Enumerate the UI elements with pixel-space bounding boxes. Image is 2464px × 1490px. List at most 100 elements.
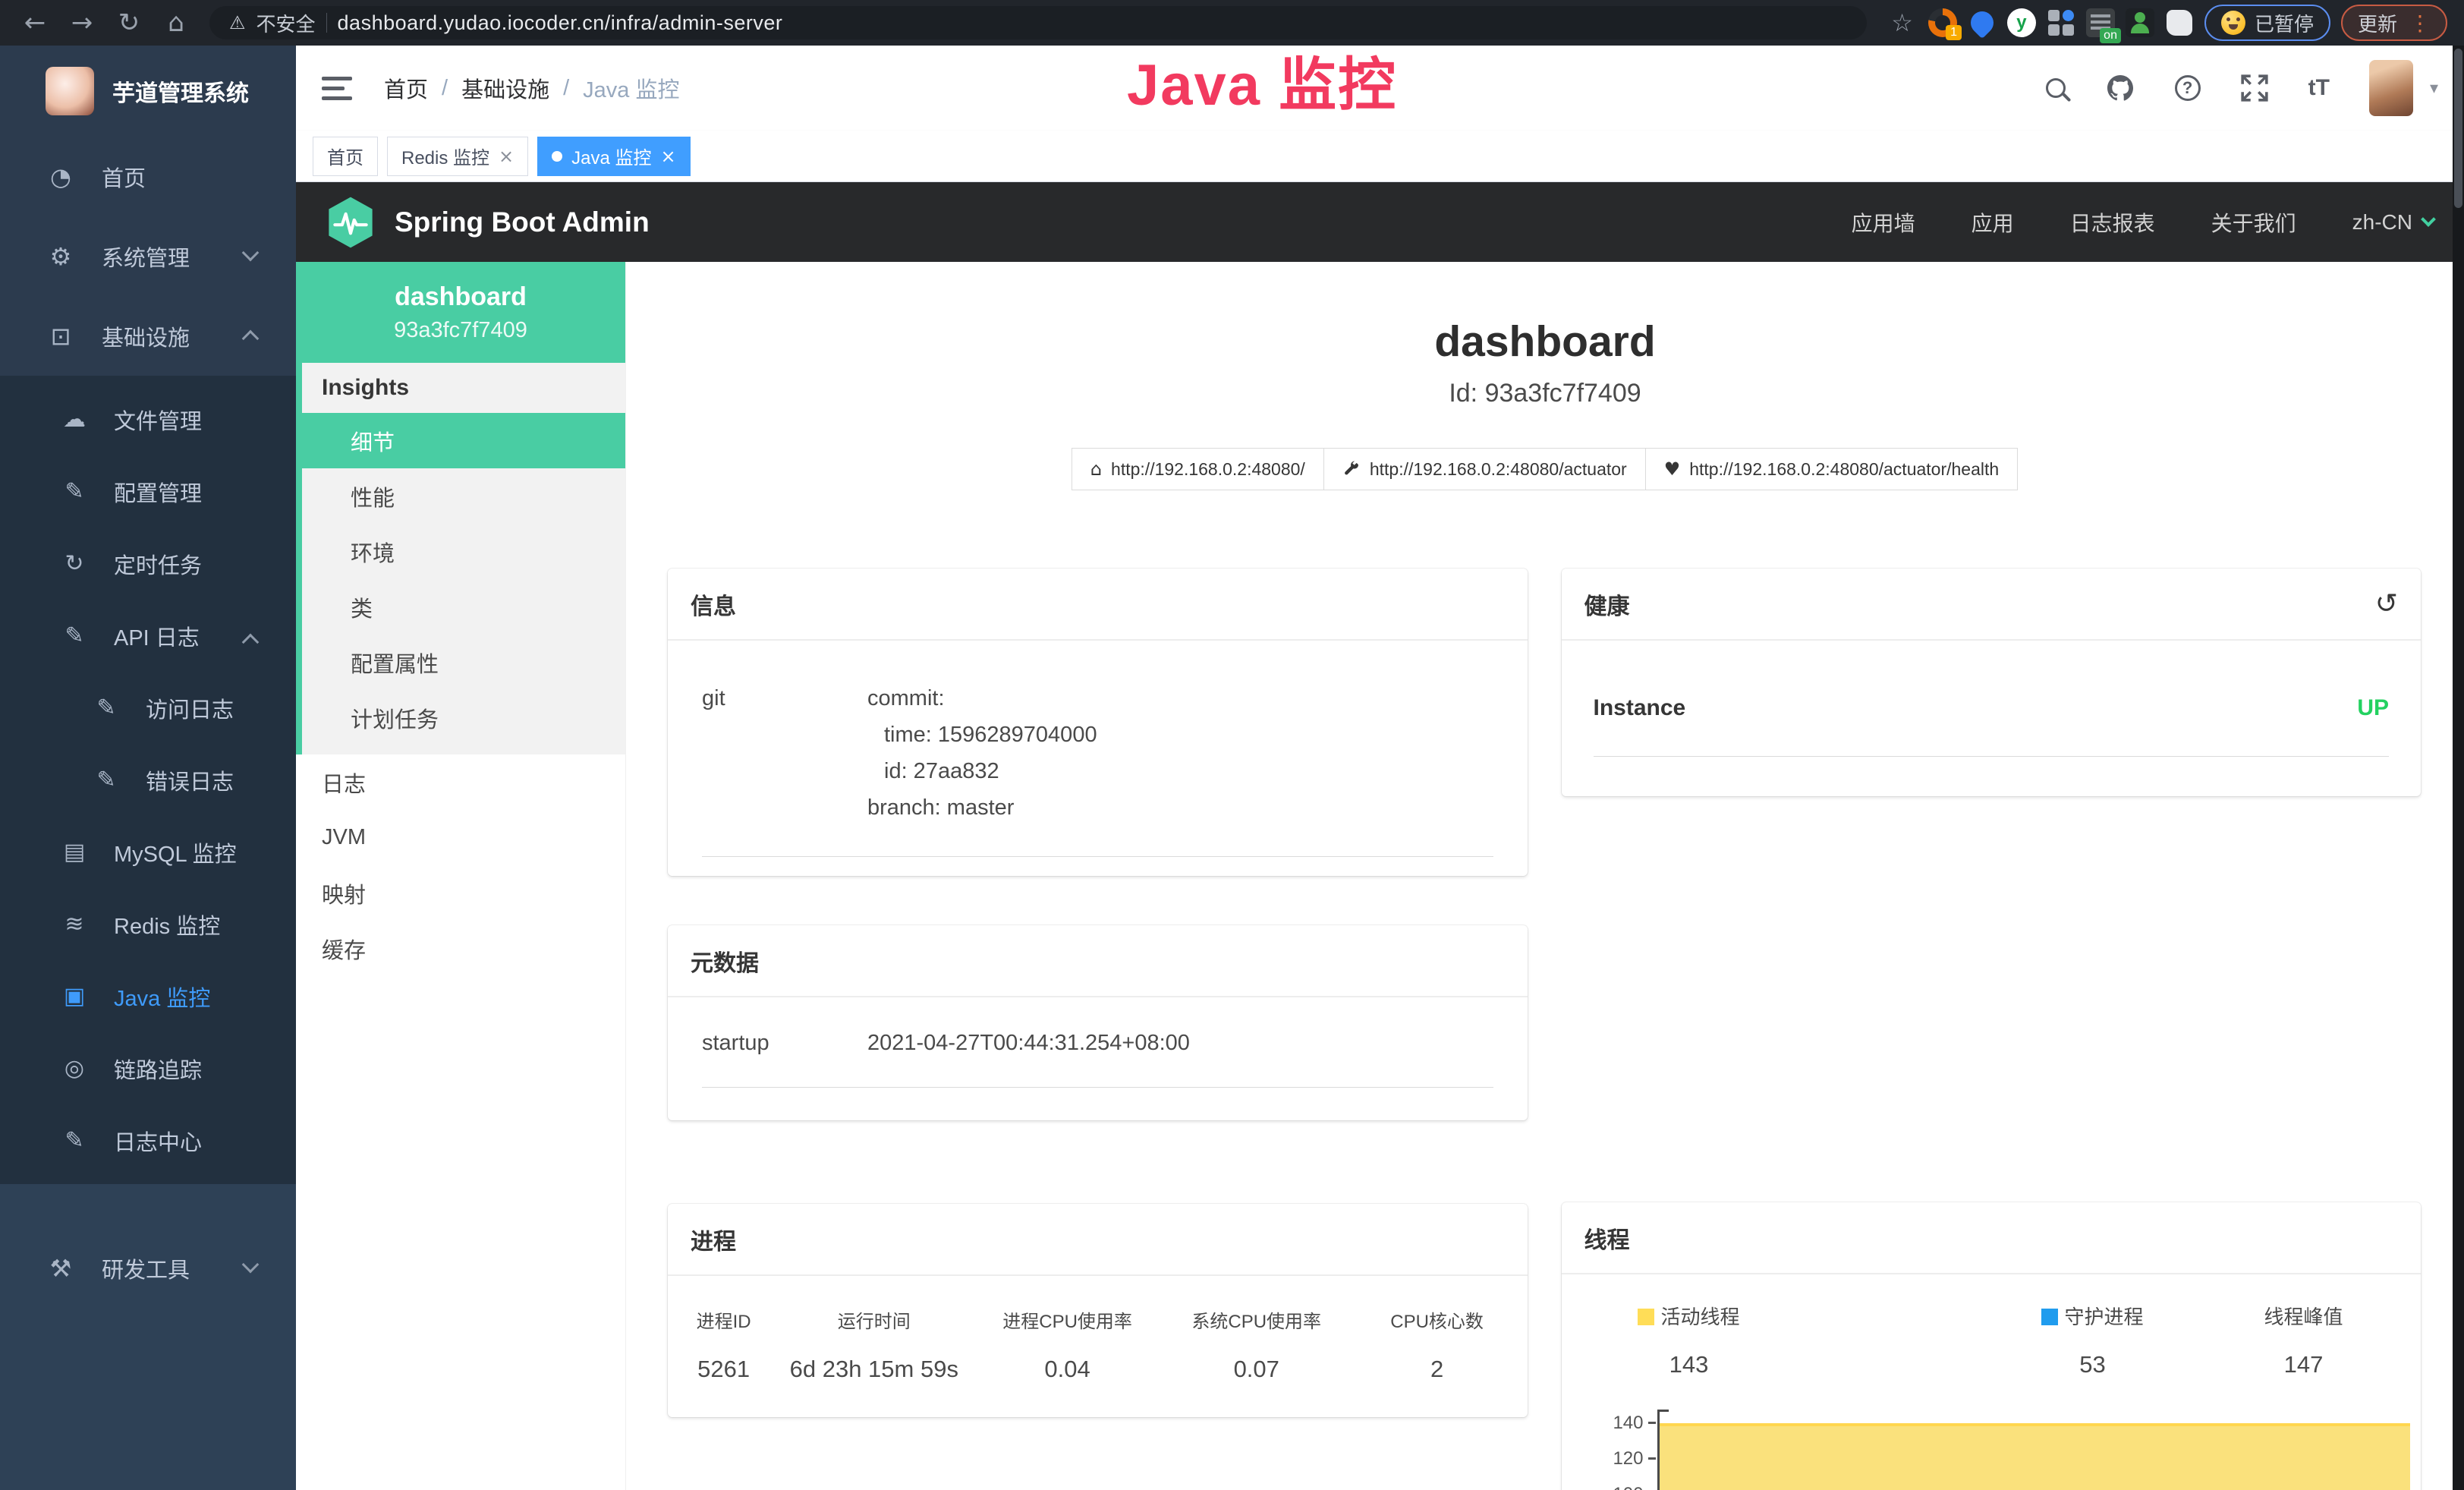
paused-badge[interactable]: 已暂停 [2204,5,2330,41]
sba-brand[interactable]: Spring Boot Admin [395,206,650,238]
update-button[interactable]: 更新 ⋮ [2341,5,2447,41]
caret-down-icon[interactable]: ▾ [2430,79,2438,98]
sidebar-item-api-log[interactable]: ✎ API 日志 [0,600,296,672]
avatar[interactable] [2369,60,2413,116]
page-url[interactable]: dashboard.yudao.iocoder.cn/infra/admin-s… [338,11,783,35]
sba-nav-applications[interactable]: 应用 [1972,207,2014,238]
text-size-icon[interactable]: tT [2308,75,2330,101]
sidebar-item-trace[interactable]: ◎ 链路追踪 [0,1032,296,1104]
browser-home-icon[interactable]: ⌂ [158,8,194,38]
sidebar-item-job[interactable]: ↻ 定时任务 [0,528,296,600]
extension-person-icon[interactable] [2126,8,2154,37]
history-icon[interactable]: ↺ [2375,588,2398,619]
edit-icon: ✎ [58,622,91,649]
sba-nav-wallboard[interactable]: 应用墙 [1852,207,1915,238]
tab-java-monitor[interactable]: Java 监控 × [537,137,690,176]
sidebar-item-home[interactable]: ◔ 首页 [0,137,296,216]
dashboard-icon: ◔ [44,162,77,191]
search-icon[interactable] [2046,78,2066,98]
sidebar-item-label: 访问日志 [146,692,234,724]
sba-locale-select[interactable]: zh-CN [2352,210,2434,235]
extension-list-icon[interactable]: on [2086,8,2115,37]
hamburger-icon[interactable] [322,71,352,106]
tab-label: Java 监控 [571,143,651,169]
extension-y-icon[interactable]: y [2007,8,2036,37]
sba-item-caches[interactable]: 缓存 [296,921,625,976]
sba-item-classes[interactable]: 类 [302,579,625,635]
sidebar-item-mysql[interactable]: ▤ MySQL 监控 [0,816,296,888]
sba-item-details[interactable]: 细节 [302,413,625,468]
instance-health-row: Instance UP [1594,695,2390,757]
sidebar-item-label: MySQL 监控 [114,836,237,868]
sidebar-item-dev-tools[interactable]: ⚒ 研发工具 [0,1228,296,1308]
browser-back-icon[interactable]: ← [17,8,53,38]
sba-item-environment[interactable]: 环境 [302,524,625,579]
briefcase-icon: ⚒ [44,1254,77,1283]
sba-item-config-props[interactable]: 配置属性 [302,635,625,690]
spring-boot-admin-logo [326,196,375,249]
address-bar[interactable]: ⚠ 不安全 dashboard.yudao.iocoder.cn/infra/a… [209,6,1867,39]
sidebar-item-access-log[interactable]: ✎ 访问日志 [0,672,296,744]
close-icon[interactable]: × [661,146,676,167]
chevron-down-icon [242,244,260,262]
scrollbar-thumb[interactable] [2454,49,2462,208]
sidebar-item-redis[interactable]: ≋ Redis 监控 [0,888,296,960]
sidebar-item-file[interactable]: ☁ 文件管理 [0,383,296,455]
sba-app-name: dashboard [296,282,625,312]
sidebar-item-log-center[interactable]: ✎ 日志中心 [0,1104,296,1177]
sba-nav-journal[interactable]: 日志报表 [2070,207,2155,238]
help-icon[interactable]: ? [2175,75,2201,101]
sidebar-item-config[interactable]: ✎ 配置管理 [0,455,296,528]
breadcrumb-infra[interactable]: 基础设施 [461,72,549,104]
app-logo [46,67,94,115]
sba-nav-about[interactable]: 关于我们 [2211,207,2296,238]
browser-forward-icon[interactable]: → [64,8,100,38]
browser-scrollbar[interactable] [2453,46,2464,1490]
bookmark-star-icon[interactable]: ☆ [1891,8,1913,37]
chevron-down-icon [242,1256,260,1274]
health-url-button[interactable]: ♥ http://192.168.0.2:48080/actuator/heal… [1645,448,2018,490]
sidebar-item-label: Java 监控 [114,981,210,1013]
fullscreen-icon[interactable] [2240,74,2269,102]
extension-orange-icon[interactable]: 1 [1928,8,1957,37]
legend-live-threads: 活动线程 143 [1598,1302,1780,1378]
home-icon: ⌂ [1090,458,1102,480]
sidebar-item-java[interactable]: ▣ Java 监控 [0,960,296,1032]
sidebar-item-label: 文件管理 [114,404,202,436]
sba-app-header[interactable]: dashboard 93a3fc7f7409 [296,262,625,363]
sidebar-item-error-log[interactable]: ✎ 错误日志 [0,744,296,816]
close-icon[interactable]: × [499,146,514,167]
sidebar-item-label: 链路追踪 [114,1053,202,1085]
health-url: http://192.168.0.2:48080/actuator/health [1689,459,1999,480]
sba-item-scheduled-tasks[interactable]: 计划任务 [302,690,625,745]
extensions-puzzle-icon[interactable] [2165,8,2194,37]
instance-title: dashboard [626,317,2464,367]
extension-drop-icon[interactable] [1968,8,1997,37]
sba-item-jvm[interactable]: JVM [296,810,625,865]
startup-value: 2021-04-27T00:44:31.254+08:00 [867,1025,1190,1061]
sidebar-item-infra[interactable]: ⊡ 基础设施 [0,296,296,376]
tab-home[interactable]: 首页 [313,137,378,176]
app-logo-row[interactable]: 芋道管理系统 [0,46,296,137]
tab-redis-monitor[interactable]: Redis 监控 × [387,137,528,176]
tags-view-bar: 首页 Redis 监控 × Java 监控 × [296,131,2464,182]
active-tab-dot [552,151,562,162]
service-url-button[interactable]: ⌂ http://192.168.0.2:48080/ [1072,448,1324,490]
sidebar-item-system[interactable]: ⚙ 系统管理 [0,216,296,296]
breadcrumb-home[interactable]: 首页 [384,72,428,104]
chevron-down-icon [2421,212,2436,227]
github-icon[interactable] [2105,73,2135,103]
browser-menu-icon[interactable]: ⋮ [2409,11,2431,36]
actuator-url-button[interactable]: http://192.168.0.2:48080/actuator [1323,448,1646,490]
sba-item-metrics[interactable]: 性能 [302,468,625,524]
timer-icon: ↻ [58,550,91,577]
not-secure-label[interactable]: 不安全 [256,9,316,37]
sba-main: dashboard Id: 93a3fc7f7409 ⌂ http://192.… [626,262,2464,1490]
browser-reload-icon[interactable]: ↻ [111,8,147,38]
git-row: git commit: time: 1596289704000 id: 27aa… [702,680,1493,857]
extension-grid-icon[interactable] [2047,8,2075,37]
admin-sidebar: 芋道管理系统 ◔ 首页 ⚙ 系统管理 ⊡ 基础设施 ☁ 文件管理 [0,46,296,1490]
sba-item-mappings[interactable]: 映射 [296,865,625,921]
actuator-url: http://192.168.0.2:48080/actuator [1370,459,1627,480]
sba-item-logs[interactable]: 日志 [296,754,625,810]
